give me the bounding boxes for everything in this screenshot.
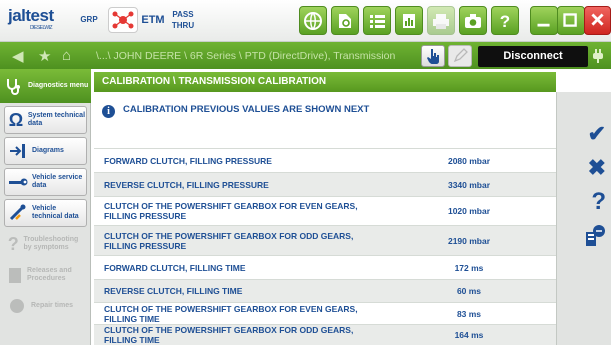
close-button[interactable] xyxy=(584,6,611,35)
calibration-table: FORWARD CLUTCH, FILLING PRESSURE 2080 mb… xyxy=(94,148,556,345)
repair-icon xyxy=(7,296,27,316)
releases-icon xyxy=(7,265,23,285)
print-icon xyxy=(427,6,455,35)
row-name: CLUTCH OF THE POWERSHIFT GEARBOX FOR EVE… xyxy=(104,303,358,324)
minimize-button[interactable] xyxy=(530,6,558,35)
sidebar-item-label: Repair times xyxy=(31,302,74,309)
row-value: 83 ms xyxy=(456,308,482,319)
report-icon[interactable] xyxy=(395,6,423,35)
wrench-pencil-icon xyxy=(8,203,28,223)
omega-icon: Ω xyxy=(8,109,24,130)
help-question-icon[interactable]: ? xyxy=(557,188,611,216)
page-title: CALIBRATION \ TRANSMISSION CALIBRATION xyxy=(94,72,556,92)
camera-icon[interactable] xyxy=(459,6,487,35)
diagram-icon xyxy=(8,141,28,161)
sidebar-item-diagnostics[interactable]: Diagnostics menu xyxy=(0,69,91,103)
molecule-icon[interactable] xyxy=(108,7,138,33)
pass-thru-button[interactable]: PASS THRU xyxy=(168,7,198,33)
logo-text: jaltest xyxy=(8,6,54,25)
row-name: FORWARD CLUTCH, FILLING PRESSURE xyxy=(104,155,272,166)
maximize-button[interactable] xyxy=(557,6,585,35)
info-message: CALIBRATION PREVIOUS VALUES ARE SHOWN NE… xyxy=(123,104,370,115)
table-row: CLUTCH OF THE POWERSHIFT GEARBOX FOR EVE… xyxy=(94,302,556,324)
globe-icon[interactable] xyxy=(299,6,327,35)
edit-icon xyxy=(448,45,472,67)
wrench-icon xyxy=(8,172,28,192)
accept-check-icon[interactable]: ✔ xyxy=(557,120,611,148)
back-arrow-icon[interactable]: ◀ xyxy=(12,47,24,65)
sidebar-item-label: Releases and Procedures xyxy=(27,267,72,282)
table-row: REVERSE CLUTCH, FILLING TIME 60 ms xyxy=(94,279,556,302)
table-row: FORWARD CLUTCH, FILLING PRESSURE 2080 mb… xyxy=(94,148,556,172)
stethoscope-icon xyxy=(7,79,20,95)
plug-icon xyxy=(592,49,604,63)
row-name: REVERSE CLUTCH, FILLING PRESSURE xyxy=(104,179,269,190)
table-row: REVERSE CLUTCH, FILLING PRESSURE 3340 mb… xyxy=(94,172,556,196)
row-value: 60 ms xyxy=(456,286,482,296)
row-value: 3340 mbar xyxy=(447,179,491,190)
table-row: FORWARD CLUTCH, FILLING TIME 172 ms xyxy=(94,255,556,279)
app-logo: jaltest DIESELWIZ xyxy=(8,6,70,32)
sidebar-item-label: Diagnostics menu xyxy=(28,82,89,89)
sidebar-item-releases: Releases and Procedures xyxy=(4,261,87,289)
logo-subtext: DIESELWIZ xyxy=(30,25,53,31)
row-name: CLUTCH OF THE POWERSHIFT GEARBOX FOR EVE… xyxy=(104,201,358,221)
row-value: 2080 mbar xyxy=(447,155,491,166)
home-icon[interactable]: ⌂ xyxy=(62,47,71,64)
info-icon: i xyxy=(102,105,115,118)
table-row: CLUTCH OF THE POWERSHIFT GEARBOX FOR ODD… xyxy=(94,324,556,345)
table-row: CLUTCH OF THE POWERSHIFT GEARBOX FOR ODD… xyxy=(94,225,556,255)
row-value: 1020 mbar xyxy=(447,206,491,216)
row-name: REVERSE CLUTCH, FILLING TIME xyxy=(104,286,243,296)
sidebar-item-label: Vehicle technical data xyxy=(32,205,79,220)
sidebar-item-label: Troubleshooting by symptoms xyxy=(23,236,79,251)
troubleshoot-icon: ? xyxy=(7,233,19,254)
filter-chat-icon[interactable] xyxy=(557,222,611,250)
disconnect-button[interactable]: Disconnect xyxy=(478,46,588,67)
action-sidebar: ✔ ✖ ? xyxy=(556,92,611,345)
info-panel: i CALIBRATION PREVIOUS VALUES ARE SHOWN … xyxy=(94,92,556,148)
row-value: 2190 mbar xyxy=(447,235,491,246)
row-name: CLUTCH OF THE POWERSHIFT GEARBOX FOR ODD… xyxy=(104,325,354,345)
svg-text:?: ? xyxy=(500,12,510,31)
help-icon[interactable]: ? xyxy=(491,6,519,35)
grp-button[interactable]: GRP xyxy=(72,7,106,33)
sidebar-item-repair-times: Repair times xyxy=(4,292,87,320)
hand-pointer-icon[interactable] xyxy=(421,45,445,67)
sidebar-item-vehicle-technical-data[interactable]: Vehicle technical data xyxy=(4,199,87,227)
sidebar-item-vehicle-service-data[interactable]: Vehicle service data xyxy=(4,168,87,196)
sidebar-item-label: System technical data xyxy=(27,112,86,127)
top-toolbar: jaltest DIESELWIZ GRP ETM PASS THRU ? xyxy=(0,0,611,42)
sidebar-item-label: Vehicle service data xyxy=(32,174,83,189)
thru-label: THRU xyxy=(171,21,195,30)
breadcrumb: \...\ JOHN DEERE \ 6R Series \ PTD (Dire… xyxy=(96,50,396,62)
cancel-x-icon[interactable]: ✖ xyxy=(557,154,611,182)
row-name: CLUTCH OF THE POWERSHIFT GEARBOX FOR ODD… xyxy=(104,230,354,251)
row-value: 172 ms xyxy=(454,262,484,273)
table-row: CLUTCH OF THE POWERSHIFT GEARBOX FOR EVE… xyxy=(94,196,556,225)
etm-button[interactable]: ETM xyxy=(140,7,166,33)
sidebar-item-troubleshooting: ? Troubleshooting by symptoms xyxy=(4,230,87,258)
pass-label: PASS xyxy=(172,10,194,19)
sidebar-item-diagrams[interactable]: Diagrams xyxy=(4,137,87,165)
sidebar-item-system-technical-data[interactable]: Ω System technical data xyxy=(4,106,87,134)
row-value: 164 ms xyxy=(454,330,484,340)
favorite-star-icon[interactable]: ★ xyxy=(38,47,51,65)
diagnosis-icon[interactable] xyxy=(331,6,359,35)
list-icon[interactable] xyxy=(363,6,391,35)
sidebar: Diagnostics menu Ω System technical data… xyxy=(0,69,91,345)
sidebar-item-label: Diagrams xyxy=(32,147,64,154)
row-name: FORWARD CLUTCH, FILLING TIME xyxy=(104,262,246,273)
